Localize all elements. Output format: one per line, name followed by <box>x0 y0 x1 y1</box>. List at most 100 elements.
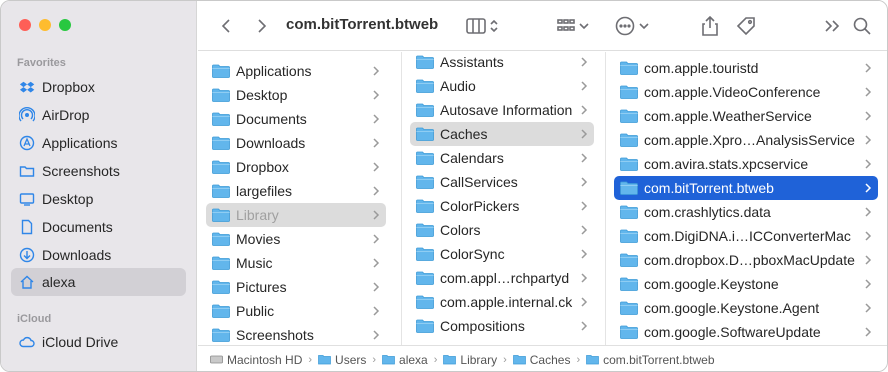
folder-row[interactable]: Public <box>206 299 386 323</box>
folder-row[interactable]: com.apple.touristd <box>614 56 878 80</box>
folder-row[interactable]: com.DigiDNA.i…ICConverterMac <box>614 224 878 248</box>
path-crumb[interactable]: com.bitTorrent.btweb <box>586 353 715 367</box>
grid-icon <box>557 19 575 31</box>
chevron-right-icon <box>580 223 588 235</box>
sidebar-item-dropbox[interactable]: Dropbox <box>11 73 186 101</box>
minimize-button[interactable] <box>39 19 51 31</box>
folder-row[interactable]: Audio <box>410 74 594 98</box>
folder-icon <box>212 88 236 102</box>
folder-row[interactable]: Downloads <box>206 131 386 155</box>
folder-row[interactable]: Pictures <box>206 275 386 299</box>
back-button[interactable] <box>214 12 238 40</box>
path-crumb[interactable]: alexa <box>382 353 428 367</box>
folder-icon <box>212 256 236 270</box>
close-button[interactable] <box>19 19 31 31</box>
sidebar-item-desktop[interactable]: Desktop <box>11 185 186 213</box>
folder-row[interactable]: Library <box>206 203 386 227</box>
chevron-right-icon <box>864 301 872 313</box>
folder-name: ColorPickers <box>440 198 520 214</box>
folder-row[interactable]: com.apple.internal.ck <box>410 290 594 314</box>
chevron-right-icon <box>372 64 380 76</box>
dropbox-icon <box>19 79 35 95</box>
sidebar-item-screenshots[interactable]: Screenshots <box>11 157 186 185</box>
applications-icon <box>19 135 35 151</box>
folder-name: CallServices <box>440 174 518 190</box>
folder-icon <box>212 304 236 318</box>
folder-name: com.appl…rchpartyd <box>440 270 570 286</box>
folder-row[interactable]: Assistants <box>410 52 594 74</box>
folder-row[interactable]: Compositions <box>410 314 594 338</box>
folder-row[interactable]: com.appl…rchpartyd <box>410 266 594 290</box>
folder-row[interactable]: com.google.Keystone.Agent <box>614 296 878 320</box>
folder-row[interactable]: com.dropbox.D…pboxMacUpdate <box>614 248 878 272</box>
folder-row[interactable]: com.crashlytics.data <box>614 200 878 224</box>
folder-row[interactable]: com.apple.VideoConference <box>614 80 878 104</box>
folder-row[interactable]: Colors <box>410 218 594 242</box>
path-crumb[interactable]: Library <box>443 353 497 367</box>
folder-icon <box>620 133 644 147</box>
sidebar: Favorites Dropbox AirDrop Applications S… <box>1 1 197 371</box>
view-columns-button[interactable] <box>462 12 502 40</box>
folder-row[interactable]: Documents <box>206 107 386 131</box>
chevron-right-icon <box>864 277 872 289</box>
path-crumb[interactable]: Macintosh HD <box>210 353 302 367</box>
action-button[interactable] <box>612 12 652 40</box>
tag-icon <box>736 17 755 36</box>
folder-row[interactable]: com.apple.Xpro…AnalysisService <box>614 128 878 152</box>
folder-icon <box>318 354 335 365</box>
path-crumb-label: Users <box>335 352 367 367</box>
folder-row[interactable]: ColorSync <box>410 242 594 266</box>
downloads-icon <box>19 247 35 263</box>
group-button[interactable] <box>555 12 591 40</box>
chevron-right-icon <box>864 61 872 73</box>
forward-button[interactable] <box>250 12 274 40</box>
folder-row[interactable]: ColorPickers <box>410 194 594 218</box>
more-toolbar-button[interactable] <box>820 12 844 40</box>
sidebar-item-downloads[interactable]: Downloads <box>11 241 186 269</box>
chevron-right-icon <box>372 88 380 100</box>
folder-row[interactable]: Music <box>206 251 386 275</box>
path-crumb[interactable]: Users <box>318 353 366 367</box>
folder-row[interactable]: Movies <box>206 227 386 251</box>
sidebar-item-airdrop[interactable]: AirDrop <box>11 101 186 129</box>
folder-name: com.google.Keystone.Agent <box>644 300 820 316</box>
folder-row[interactable]: Autosave Information <box>410 98 594 122</box>
chevron-right-icon <box>580 151 588 163</box>
path-crumb[interactable]: Caches <box>512 353 570 367</box>
folder-row[interactable]: Calendars <box>410 146 594 170</box>
folder-icon <box>19 163 35 179</box>
folder-name: com.google.Keystone <box>644 276 779 292</box>
share-icon <box>702 16 718 36</box>
sidebar-item-icloud-drive[interactable]: iCloud Drive <box>11 328 186 356</box>
folder-row[interactable]: Caches <box>410 122 594 146</box>
folder-icon <box>620 205 644 219</box>
sidebar-item-alexa[interactable]: alexa <box>11 268 186 296</box>
path-separator-icon: › <box>503 353 507 366</box>
folder-name: Audio <box>440 78 476 94</box>
folder-name: Compositions <box>440 318 525 334</box>
tag-button[interactable] <box>734 12 758 40</box>
folder-row[interactable]: Applications <box>206 59 386 83</box>
folder-row[interactable]: Screenshots <box>206 323 386 345</box>
folder-row[interactable]: com.bitTorrent.btweb <box>614 176 878 200</box>
folder-row[interactable]: Dropbox <box>206 155 386 179</box>
folder-name: com.apple.touristd <box>644 60 759 76</box>
zoom-button[interactable] <box>59 19 71 31</box>
folder-row[interactable]: com.google.SoftwareUpdate <box>614 320 878 344</box>
folder-row[interactable]: CallServices <box>410 170 594 194</box>
chevron-right-icon <box>372 304 380 316</box>
sidebar-item-applications[interactable]: Applications <box>11 129 186 157</box>
folder-row[interactable]: largefiles <box>206 179 386 203</box>
chevron-right-icon <box>580 175 588 187</box>
share-button[interactable] <box>698 12 722 40</box>
folder-row[interactable]: com.avira.stats.xpcservice <box>614 152 878 176</box>
folder-row[interactable]: com.apple.WeatherService <box>614 104 878 128</box>
hard-drive-icon <box>210 354 227 365</box>
folder-row[interactable]: Desktop <box>206 83 386 107</box>
chevron-right-icon <box>864 325 872 337</box>
folder-icon <box>212 232 236 246</box>
sidebar-item-documents[interactable]: Documents <box>11 213 186 241</box>
search-button[interactable] <box>850 12 874 40</box>
folder-row[interactable]: com.google.Keystone <box>614 272 878 296</box>
chevron-right-icon <box>372 208 380 220</box>
